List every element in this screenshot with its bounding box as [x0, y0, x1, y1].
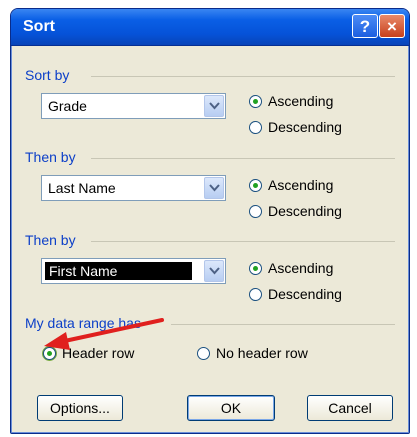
ascending-label: Ascending [268, 177, 334, 193]
ok-button[interactable]: OK [187, 395, 275, 421]
title-bar[interactable]: Sort ? × [11, 9, 409, 46]
chevron-down-icon[interactable] [204, 260, 224, 282]
no-header-row-label: No header row [216, 345, 308, 361]
descending-label: Descending [268, 119, 342, 135]
ascending-label: Ascending [268, 93, 334, 109]
sort-by-label: Sort by [25, 67, 70, 83]
chevron-down-icon[interactable] [204, 95, 224, 117]
dialog-title: Sort [23, 18, 55, 35]
group-divider [91, 241, 395, 242]
then-by-value-2: First Name [45, 262, 192, 280]
then-by-label-1: Then by [25, 149, 76, 165]
sort-by-ascending-option[interactable]: Ascending [249, 93, 333, 109]
then-by-label-2: Then by [25, 232, 76, 248]
radio-checked-icon[interactable] [249, 261, 262, 275]
then-by-2-ascending-option[interactable]: Ascending [249, 260, 333, 276]
radio-checked-icon[interactable] [249, 94, 262, 108]
sort-dialog: Sort ? × Sort by Grade Ascending Descend… [10, 8, 410, 434]
cancel-button[interactable]: Cancel [307, 395, 393, 421]
help-icon: ? [359, 17, 371, 36]
then-by-dropdown-2[interactable]: First Name [41, 258, 226, 284]
group-divider [91, 76, 395, 77]
sort-by-dropdown[interactable]: Grade [41, 93, 226, 119]
then-by-2-descending-option[interactable]: Descending [249, 286, 342, 302]
then-by-1-descending-option[interactable]: Descending [249, 203, 342, 219]
then-by-1-ascending-option[interactable]: Ascending [249, 177, 333, 193]
descending-label: Descending [268, 286, 342, 302]
radio-icon[interactable] [197, 346, 210, 360]
group-divider [171, 324, 395, 325]
ascending-label: Ascending [268, 260, 334, 276]
then-by-dropdown-1[interactable]: Last Name [41, 175, 226, 201]
close-icon: × [387, 17, 397, 36]
group-divider [91, 158, 395, 159]
close-button[interactable]: × [379, 14, 405, 38]
sort-by-value: Grade [48, 98, 87, 114]
chevron-down-icon[interactable] [204, 177, 224, 199]
annotation-arrow-icon [44, 318, 164, 350]
radio-icon[interactable] [249, 287, 262, 301]
radio-icon[interactable] [249, 120, 262, 134]
descending-label: Descending [268, 203, 342, 219]
options-button[interactable]: Options... [37, 395, 123, 421]
sort-by-descending-option[interactable]: Descending [249, 119, 342, 135]
help-button[interactable]: ? [352, 14, 378, 38]
then-by-value-1: Last Name [48, 180, 116, 196]
radio-checked-icon[interactable] [249, 178, 262, 192]
no-header-row-option[interactable]: No header row [197, 345, 308, 361]
radio-icon[interactable] [249, 204, 262, 218]
